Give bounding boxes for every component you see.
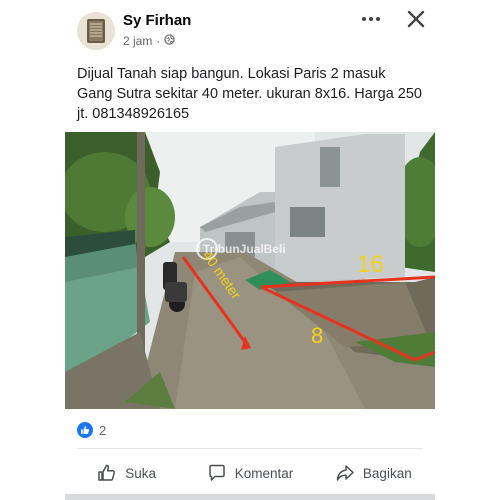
post-time[interactable]: 2 jam [123,34,152,48]
divider [77,448,423,449]
reactions-summary[interactable]: 2 [77,422,106,438]
left-margin [0,0,65,500]
reaction-count: 2 [99,422,107,438]
feed-separator [65,494,435,500]
post-photo[interactable]: TribunJualBeli 40 meter 16 8 [60,132,445,409]
author-name[interactable]: Sy Firhan [123,12,191,29]
comment-button[interactable]: Komentar [188,458,311,488]
comment-icon [208,464,225,481]
share-label: Bagikan [362,465,412,481]
like-icon [77,422,93,438]
like-button[interactable]: Suka [65,458,188,488]
share-icon [336,465,354,481]
like-label: Suka [125,465,157,481]
more-dot-icon [369,17,373,21]
length-label: 16 [357,251,384,278]
post-meta: 2 jam · [123,34,176,48]
more-options-button[interactable] [360,8,382,30]
more-dot-icon [362,17,366,21]
width-label: 8 [311,323,323,348]
globe-icon [164,34,176,48]
more-dot-icon [376,17,380,21]
close-icon [407,10,425,28]
right-margin [435,0,500,500]
post-text: Dijual Tanah siap bangun. Lokasi Paris 2… [77,66,422,122]
action-bar: Suka Komentar Bagikan [65,458,435,488]
thumbs-up-icon [98,464,116,481]
close-button[interactable] [404,7,428,31]
comment-label: Komentar [234,465,294,481]
meta-dot: · [156,34,161,48]
avatar[interactable] [77,12,115,50]
share-button[interactable]: Bagikan [312,458,435,488]
